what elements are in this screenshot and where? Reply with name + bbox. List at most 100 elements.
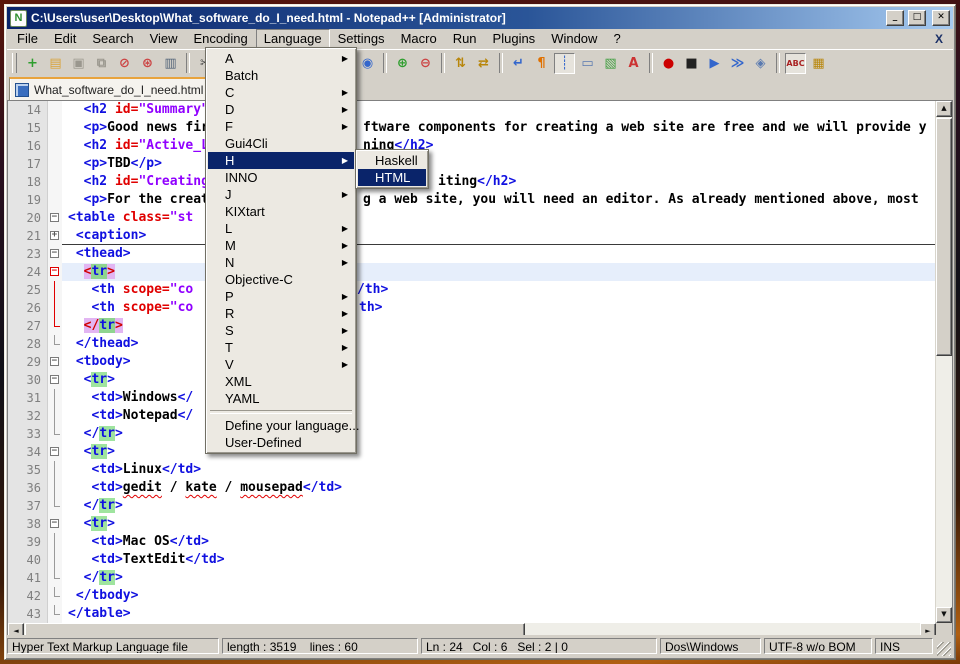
line-number[interactable]: 16 (8, 137, 48, 155)
sync-scroll-horizontal-button[interactable]: ⇄ (473, 53, 494, 74)
code-line[interactable]: </thead> (62, 335, 935, 353)
menubar-item-encoding[interactable]: Encoding (186, 29, 256, 49)
line-number[interactable]: 19 (8, 191, 48, 209)
menubar-item-macro[interactable]: Macro (393, 29, 445, 49)
horizontal-scrollbar[interactable]: ◄ ► (8, 623, 936, 635)
fold-marker[interactable]: − (48, 443, 62, 461)
zoom-out-button[interactable]: ⊖ (415, 53, 436, 74)
mdi-close-button[interactable]: X (935, 32, 953, 46)
line-number[interactable]: 31 (8, 389, 48, 407)
menu-item-m[interactable]: M▶ (208, 237, 354, 254)
code-line[interactable]: <tbody> (62, 353, 935, 371)
code-line[interactable]: <tr> (62, 443, 935, 461)
code-line[interactable]: <p>Good news firftware components for cr… (62, 119, 935, 137)
code-line[interactable]: </tr> (62, 569, 935, 587)
fold-marker[interactable] (48, 281, 62, 299)
fold-marker[interactable]: − (48, 353, 62, 371)
fold-marker[interactable] (48, 407, 62, 425)
close-all-button[interactable]: ⊛ (137, 53, 158, 74)
status-length-lines[interactable]: length : 3519 lines : 60 (222, 638, 418, 654)
code-line[interactable]: <p>TBD</p> (62, 155, 935, 173)
vertical-scrollbar-thumb[interactable] (936, 118, 952, 356)
line-number[interactable]: 40 (8, 551, 48, 569)
code-line[interactable]: <td>Mac OS</td> (62, 533, 935, 551)
menu-item-f[interactable]: F▶ (208, 118, 354, 135)
line-number[interactable]: 32 (8, 407, 48, 425)
fold-marker[interactable]: − (48, 371, 62, 389)
fold-marker[interactable]: − (48, 245, 62, 263)
document-map-button[interactable]: ▧ (600, 53, 621, 74)
menu-item-yaml[interactable]: YAML (208, 390, 354, 407)
menu-item-c[interactable]: C▶ (208, 84, 354, 101)
document-switcher-button[interactable]: A (623, 53, 644, 74)
macro-save-button[interactable]: ◈ (750, 53, 771, 74)
menubar-item-view[interactable]: View (142, 29, 186, 49)
function-completion-button[interactable]: ▭ (577, 53, 598, 74)
scroll-up-arrow-icon[interactable]: ▲ (936, 101, 952, 117)
replace-button[interactable]: ◉ (357, 53, 378, 74)
close-button[interactable]: ✕ (932, 10, 950, 26)
zoom-in-button[interactable]: ⊕ (392, 53, 413, 74)
code-line[interactable]: </table> (62, 605, 935, 623)
print-button[interactable]: ▥ (160, 53, 181, 74)
close-button[interactable]: ⊘ (114, 53, 135, 74)
status-insert-mode[interactable]: INS (875, 638, 933, 654)
line-number[interactable]: 17 (8, 155, 48, 173)
menu-item-user-defined[interactable]: User-Defined (208, 434, 354, 451)
line-number[interactable]: 28 (8, 335, 48, 353)
save-button[interactable]: ▣ (68, 53, 89, 74)
line-number[interactable]: 14 (8, 101, 48, 119)
code-line[interactable]: <h2 id="Active_Lning</h2> (62, 137, 935, 155)
fold-collapse-icon[interactable]: − (50, 519, 59, 528)
menubar-item-search[interactable]: Search (84, 29, 141, 49)
status-cursor-position[interactable]: Ln : 24 Col : 6 Sel : 2 | 0 (421, 638, 657, 654)
line-number[interactable]: 24 (8, 263, 48, 281)
line-number[interactable]: 43 (8, 605, 48, 623)
fold-marker[interactable]: − (48, 515, 62, 533)
code-line[interactable]: <td>Linux</td> (62, 461, 935, 479)
menu-item-s[interactable]: S▶ (208, 322, 354, 339)
line-number[interactable]: 25 (8, 281, 48, 299)
menu-item-n[interactable]: N▶ (208, 254, 354, 271)
line-number[interactable]: 35 (8, 461, 48, 479)
tab-active-document[interactable]: What_software_do_I_need.html ✕ (9, 77, 230, 100)
menu-item-r[interactable]: R▶ (208, 305, 354, 322)
line-number[interactable]: 42 (8, 587, 48, 605)
menu-item-define-your-language[interactable]: Define your language... (208, 417, 354, 434)
menu-item-inno[interactable]: INNO (208, 169, 354, 186)
fold-marker[interactable] (48, 497, 62, 515)
menubar-item-[interactable]: ? (605, 29, 628, 49)
sync-scroll-vertical-button[interactable]: ⇅ (450, 53, 471, 74)
minimize-button[interactable]: _ (886, 10, 904, 26)
status-doc-type[interactable]: Hyper Text Markup Language file (7, 638, 219, 654)
line-number[interactable]: 34 (8, 443, 48, 461)
fold-collapse-icon[interactable]: − (50, 213, 59, 222)
code-line[interactable]: <td>TextEdit</td> (62, 551, 935, 569)
code-line[interactable]: </tr> (62, 497, 935, 515)
line-number[interactable]: 18 (8, 173, 48, 191)
fold-marker[interactable] (48, 389, 62, 407)
menu-item-h[interactable]: H▶ (208, 152, 354, 169)
line-number[interactable]: 21 (8, 227, 48, 245)
menu-item-p[interactable]: P▶ (208, 288, 354, 305)
menu-item-kixtart[interactable]: KIXtart (208, 203, 354, 220)
menu-item-objective-c[interactable]: Objective-C (208, 271, 354, 288)
fold-marker[interactable] (48, 335, 62, 353)
code-line[interactable]: <tr> (62, 515, 935, 533)
menubar-item-language[interactable]: Language (256, 29, 330, 49)
fold-marker[interactable] (48, 425, 62, 443)
macro-play-button[interactable]: ▶ (704, 53, 725, 74)
menu-item-gui4cli[interactable]: Gui4Cli (208, 135, 354, 152)
fold-marker[interactable]: − (48, 209, 62, 227)
code-line[interactable]: <tr> (62, 371, 935, 389)
open-folder-button[interactable]: ▤ (45, 53, 66, 74)
macro-stop-button[interactable]: ■ (681, 53, 702, 74)
fold-marker[interactable] (48, 479, 62, 497)
menu-item-d[interactable]: D▶ (208, 101, 354, 118)
menubar-item-edit[interactable]: Edit (46, 29, 84, 49)
code-line[interactable]: <td>Windows</ (62, 389, 935, 407)
indent-guide-button[interactable]: ┊ (554, 53, 575, 74)
menu-item-v[interactable]: V▶ (208, 356, 354, 373)
line-number[interactable]: 38 (8, 515, 48, 533)
spell-check-button[interactable]: ABC (785, 53, 806, 74)
